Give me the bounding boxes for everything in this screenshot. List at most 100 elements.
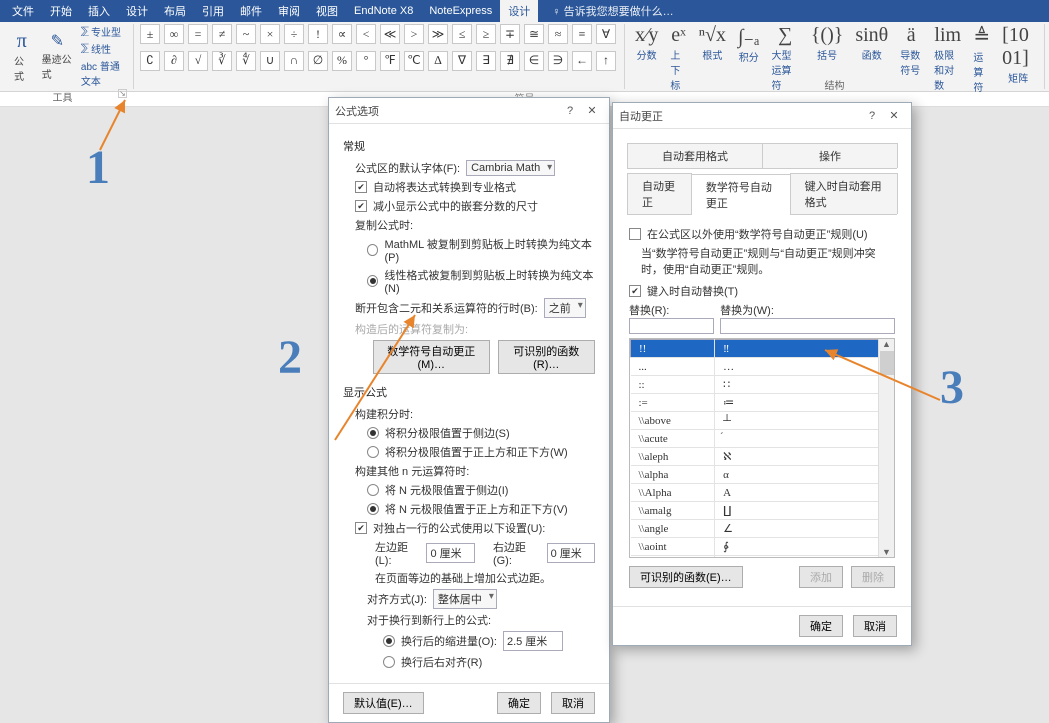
math-autocorrect-button[interactable]: 数学符号自动更正(M)… xyxy=(373,340,490,374)
ok-button[interactable]: 确定 xyxy=(799,615,843,637)
actions-top-tab[interactable]: 操作 xyxy=(762,143,898,168)
help-icon[interactable]: ? xyxy=(559,105,581,117)
autocorrect-row[interactable]: \\AlphaΑ xyxy=(631,484,894,502)
autocorrect-row[interactable]: \\acuté xyxy=(631,430,894,448)
tab-mailings[interactable]: 邮件 xyxy=(232,0,270,22)
symbol-cell[interactable]: ≪ xyxy=(380,24,400,44)
symbol-cell[interactable]: ∋ xyxy=(548,51,568,71)
structure-button[interactable]: ≜运算符 xyxy=(969,24,994,76)
recognized-functions-button[interactable]: 可识别的函数(E)… xyxy=(629,566,743,588)
break-select[interactable]: 之前 xyxy=(544,298,586,318)
with-input[interactable] xyxy=(720,318,895,334)
cancel-button[interactable]: 取消 xyxy=(551,692,595,714)
symbol-cell[interactable]: ∂ xyxy=(164,51,184,71)
scrollbar[interactable]: ▲▼ xyxy=(878,339,894,557)
professional-toggle[interactable]: ⅀ 专业型 xyxy=(81,24,127,39)
autocorrect-row[interactable]: \\aoint∳ xyxy=(631,538,894,556)
autocorrect-row[interactable]: \\alephℵ xyxy=(631,448,894,466)
symbol-cell[interactable]: × xyxy=(260,24,280,44)
symbol-cell[interactable]: ↑ xyxy=(596,51,616,71)
symbol-cell[interactable]: ≠ xyxy=(212,24,232,44)
math-autocorrect-tab[interactable]: 数学符号自动更正 xyxy=(691,174,791,215)
nary-above-radio[interactable] xyxy=(367,503,379,515)
structure-button[interactable]: ⁿ√x根式 xyxy=(695,24,730,76)
symbol-cell[interactable]: ! xyxy=(308,24,328,44)
tab-design[interactable]: 设计 xyxy=(118,0,156,22)
symbol-cell[interactable]: ℃ xyxy=(404,51,424,71)
tell-me-hint[interactable]: ♀ 告诉我您想要做什么… xyxy=(552,3,673,19)
structure-button[interactable]: x⁄y分数 xyxy=(631,24,662,76)
symbol-cell[interactable]: ± xyxy=(140,24,160,44)
reduce-fraction-checkbox[interactable] xyxy=(355,200,367,212)
autocorrect-tab[interactable]: 自动更正 xyxy=(627,173,692,214)
symbol-cell[interactable]: ∈ xyxy=(524,51,544,71)
tab-review[interactable]: 审阅 xyxy=(270,0,308,22)
structure-button[interactable]: ∫₋ₐ积分 xyxy=(734,24,764,76)
tab-layout[interactable]: 布局 xyxy=(156,0,194,22)
tab-insert[interactable]: 插入 xyxy=(80,0,118,22)
structure-button[interactable]: {()}括号 xyxy=(807,24,848,76)
autocorrect-row[interactable]: \\alphaα xyxy=(631,466,894,484)
symbol-cell[interactable]: ∛ xyxy=(212,51,232,71)
tab-view[interactable]: 视图 xyxy=(308,0,346,22)
symbol-cell[interactable]: ∃ xyxy=(476,51,496,71)
symbol-cell[interactable]: ~ xyxy=(236,24,256,44)
symbol-cell[interactable]: ∆ xyxy=(428,51,448,71)
autoformat-typing-tab[interactable]: 键入时自动套用格式 xyxy=(790,173,898,214)
left-margin-input[interactable]: 0 厘米 xyxy=(426,543,474,563)
tab-home[interactable]: 开始 xyxy=(42,0,80,22)
symbol-cell[interactable]: ≡ xyxy=(572,24,592,44)
symbol-cell[interactable]: ÷ xyxy=(284,24,304,44)
defaults-button[interactable]: 默认值(E)… xyxy=(343,692,424,714)
right-margin-input[interactable]: 0 厘米 xyxy=(547,543,595,563)
wrap-indent-radio[interactable] xyxy=(383,635,395,647)
symbol-cell[interactable]: ∞ xyxy=(164,24,184,44)
symbol-cell[interactable]: ≥ xyxy=(476,24,496,44)
replace-input[interactable] xyxy=(629,318,714,334)
autocorrect-row[interactable]: !!‼ xyxy=(631,340,894,358)
autocorrect-row[interactable]: ::∷ xyxy=(631,376,894,394)
symbol-cell[interactable]: ≫ xyxy=(428,24,448,44)
tab-file[interactable]: 文件 xyxy=(4,0,42,22)
structure-button[interactable]: lim极限和对数 xyxy=(930,24,965,76)
add-button[interactable]: 添加 xyxy=(799,566,843,588)
structure-button[interactable]: ∑大型运算符 xyxy=(768,24,803,76)
close-icon[interactable]: ✕ xyxy=(581,104,603,117)
use-outside-checkbox[interactable] xyxy=(629,228,641,240)
plain-text-toggle[interactable]: abc 普通文本 xyxy=(81,58,127,88)
autocorrect-list[interactable]: !!‼...…::∷:=≔\\above┴\\acuté\\alephℵ\\a… xyxy=(629,338,895,558)
help-icon[interactable]: ? xyxy=(861,110,883,122)
symbol-cell[interactable]: ∄ xyxy=(500,51,520,71)
default-font-select[interactable]: Cambria Math xyxy=(466,160,555,176)
autocorrect-row[interactable]: \\amalg∐ xyxy=(631,502,894,520)
recognized-functions-button[interactable]: 可识别的函数(R)… xyxy=(498,340,596,374)
symbol-cell[interactable]: ° xyxy=(356,51,376,71)
copy-linear-radio[interactable] xyxy=(367,275,378,287)
ok-button[interactable]: 确定 xyxy=(497,692,541,714)
tab-references[interactable]: 引用 xyxy=(194,0,232,22)
autocorrect-row[interactable]: \\approx≈ xyxy=(631,556,894,559)
symbol-cell[interactable]: ℉ xyxy=(380,51,400,71)
equation-button[interactable]: π公式 xyxy=(10,24,34,88)
tab-endnote[interactable]: EndNote X8 xyxy=(346,2,421,20)
integral-above-radio[interactable] xyxy=(367,446,379,458)
cancel-button[interactable]: 取消 xyxy=(853,615,897,637)
indent-input[interactable]: 2.5 厘米 xyxy=(503,631,563,651)
symbol-cell[interactable]: < xyxy=(356,24,376,44)
autocorrect-row[interactable]: ...… xyxy=(631,358,894,376)
wrap-rightalign-radio[interactable] xyxy=(383,656,395,668)
copy-mathml-radio[interactable] xyxy=(367,244,378,256)
symbol-cell[interactable]: ← xyxy=(572,51,592,71)
structure-button[interactable]: eˣ上下标 xyxy=(666,24,690,76)
symbol-cell[interactable]: ∁ xyxy=(140,51,160,71)
linear-toggle[interactable]: ⅀ 线性 xyxy=(81,41,127,56)
symbol-cell[interactable]: ∓ xyxy=(500,24,520,44)
tools-launcher-icon[interactable]: ↘ xyxy=(118,89,127,98)
autocorrect-row[interactable]: :=≔ xyxy=(631,394,894,412)
autocorrect-row[interactable]: \\angle∠ xyxy=(631,520,894,538)
structure-button[interactable]: ä导数符号 xyxy=(896,24,926,76)
symbol-cell[interactable]: % xyxy=(332,51,352,71)
symbol-cell[interactable]: √ xyxy=(188,51,208,71)
symbol-cell[interactable]: ≅ xyxy=(524,24,544,44)
symbol-cell[interactable]: ∇ xyxy=(452,51,472,71)
